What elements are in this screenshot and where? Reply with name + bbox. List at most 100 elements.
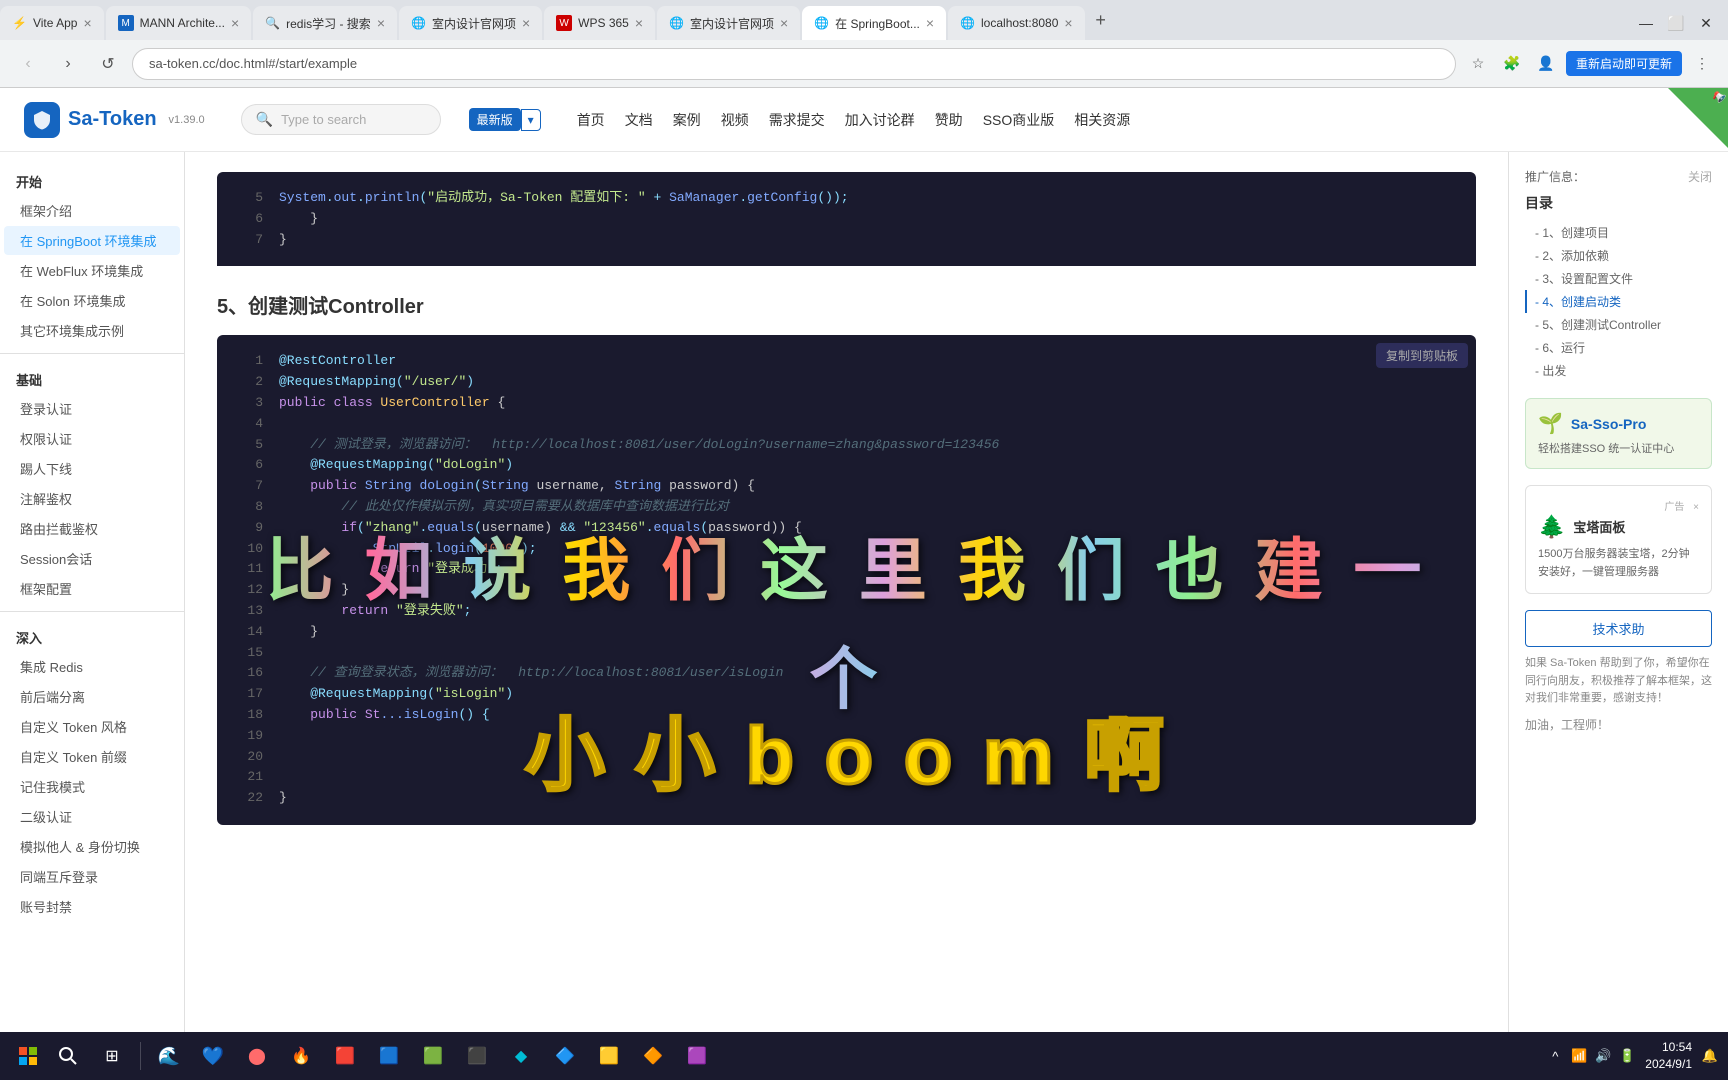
nav-cases[interactable]: 案例 xyxy=(673,110,701,130)
minimize-button[interactable]: — xyxy=(1632,9,1660,37)
taskbar-app3[interactable]: ⬤ xyxy=(237,1036,277,1076)
nav-home[interactable]: 首页 xyxy=(577,110,605,130)
tab-localhost[interactable]: 🌐 localhost:8080 × xyxy=(948,6,1085,40)
promo-close[interactable]: 关闭 xyxy=(1688,168,1712,185)
tab-interior1[interactable]: 🌐 室内设计官网项 × xyxy=(399,6,542,40)
taskbar-app12[interactable]: 🔶 xyxy=(633,1036,673,1076)
restart-button[interactable]: 重新启动即可更新 xyxy=(1566,51,1682,76)
network-icon[interactable]: 📶 xyxy=(1569,1046,1589,1066)
taskbar-search[interactable] xyxy=(48,1036,88,1076)
menu-icon[interactable]: ⋮ xyxy=(1688,50,1716,78)
extensions-icon[interactable]: 🧩 xyxy=(1498,50,1526,78)
taskbar-app8[interactable]: ⬛ xyxy=(457,1036,497,1076)
nav-sponsor[interactable]: 赞助 xyxy=(935,110,963,130)
toc-item-5[interactable]: - 5、创建测试Controller xyxy=(1525,313,1712,336)
nav-video[interactable]: 视频 xyxy=(721,110,749,130)
sidebar-item-remember[interactable]: 记住我模式 xyxy=(4,772,180,801)
nav-feature-request[interactable]: 需求提交 xyxy=(769,110,825,130)
sidebar-item-permission[interactable]: 权限认证 xyxy=(4,424,180,453)
nav-sso[interactable]: SSO商业版 xyxy=(983,110,1055,130)
sidebar-item-solon[interactable]: 在 Solon 环境集成 xyxy=(4,286,180,315)
toc-item-4[interactable]: - 4、创建启动类 xyxy=(1525,290,1712,313)
version-selector[interactable]: 最新版 ▾ xyxy=(469,108,541,131)
taskbar-app7[interactable]: 🟩 xyxy=(413,1036,453,1076)
sidebar-item-other[interactable]: 其它环境集成示例 xyxy=(4,316,180,345)
taskbar-app5[interactable]: 🟥 xyxy=(325,1036,365,1076)
start-button[interactable] xyxy=(8,1036,48,1076)
notification-icon[interactable]: 🔔 xyxy=(1700,1046,1720,1066)
taskbar-vscode[interactable]: 💙 xyxy=(193,1036,233,1076)
tab-close[interactable]: × xyxy=(83,15,91,31)
ad-close-button[interactable]: × xyxy=(1693,502,1699,513)
sidebar-item-springboot[interactable]: 在 SpringBoot 环境集成 xyxy=(4,226,180,255)
search-box[interactable]: 🔍 Type to search xyxy=(241,104,441,135)
taskbar-app13[interactable]: 🟪 xyxy=(677,1036,717,1076)
toc-item-1[interactable]: - 1、创建项目 xyxy=(1525,221,1712,244)
tray-icon-1[interactable]: ^ xyxy=(1545,1046,1565,1066)
copy-button[interactable]: 复制到剪贴板 xyxy=(1376,343,1468,368)
sidebar-item-frontend[interactable]: 前后端分离 xyxy=(4,682,180,711)
sidebar-item-second-auth[interactable]: 二级认证 xyxy=(4,802,180,831)
sidebar-item-route-auth[interactable]: 路由拦截鉴权 xyxy=(4,514,180,543)
toc-item-6[interactable]: - 6、运行 xyxy=(1525,336,1712,359)
sidebar-item-token-prefix[interactable]: 自定义 Token 前缀 xyxy=(4,742,180,771)
taskbar-edge[interactable]: 🌊 xyxy=(149,1036,189,1076)
sidebar-item-session[interactable]: Session会话 xyxy=(4,544,180,573)
tab-close[interactable]: × xyxy=(926,15,934,31)
new-tab-button[interactable]: + xyxy=(1087,6,1115,34)
tab-close[interactable]: × xyxy=(635,15,643,31)
sidebar-item-token-style[interactable]: 自定义 Token 风格 xyxy=(4,712,180,741)
restore-button[interactable]: ⬜ xyxy=(1662,9,1690,37)
tab-interior2[interactable]: 🌐 室内设计官网项 × xyxy=(657,6,800,40)
tab-close[interactable]: × xyxy=(377,15,385,31)
sidebar-item-webflux[interactable]: 在 WebFlux 环境集成 xyxy=(4,256,180,285)
sidebar-item-redis[interactable]: 集成 Redis xyxy=(4,652,180,681)
sso-desc: 轻松搭建SSO 统一认证中心 xyxy=(1538,440,1699,456)
tab-vite[interactable]: ⚡ Vite App × xyxy=(0,6,104,40)
taskbar-app4[interactable]: 🔥 xyxy=(281,1036,321,1076)
taskbar-app11[interactable]: 🟨 xyxy=(589,1036,629,1076)
sidebar-item-intro[interactable]: 框架介绍 xyxy=(4,196,180,225)
tab-close[interactable]: × xyxy=(780,15,788,31)
back-button[interactable]: ‹ xyxy=(12,48,44,80)
toc-item-7[interactable]: - 出发 xyxy=(1525,359,1712,382)
taskbar-app6[interactable]: 🟦 xyxy=(369,1036,409,1076)
taskbar-icons: ⊞ 🌊 💙 ⬤ 🔥 🟥 🟦 🟩 ⬛ ◆ 🔷 🟨 🔶 🟪 xyxy=(48,1036,717,1076)
sidebar-item-ban[interactable]: 账号封禁 xyxy=(4,892,180,921)
taskbar-taskview[interactable]: ⊞ xyxy=(92,1036,132,1076)
tab-wps[interactable]: W WPS 365 × xyxy=(544,6,655,40)
bookmark-icon[interactable]: ☆ xyxy=(1464,50,1492,78)
forward-button[interactable]: › xyxy=(52,48,84,80)
tab-close[interactable]: × xyxy=(231,15,239,31)
tab-mann[interactable]: M MANN Archite... × xyxy=(106,6,252,40)
nav-links: 首页 文档 案例 视频 需求提交 加入讨论群 赞助 SSO商业版 相关资源 xyxy=(577,110,1131,130)
close-button[interactable]: ✕ xyxy=(1692,9,1720,37)
taskbar-app9[interactable]: ◆ xyxy=(501,1036,541,1076)
sidebar-item-mutex[interactable]: 同端互斥登录 xyxy=(4,862,180,891)
toc-item-3[interactable]: - 3、设置配置文件 xyxy=(1525,267,1712,290)
tab-close[interactable]: × xyxy=(522,15,530,31)
refresh-button[interactable]: ↺ xyxy=(92,48,124,80)
nav-discuss[interactable]: 加入讨论群 xyxy=(845,110,915,130)
nav-related[interactable]: 相关资源 xyxy=(1074,110,1130,130)
tab-redis[interactable]: 🔍 redis学习 - 搜索 × xyxy=(253,6,397,40)
volume-icon[interactable]: 🔊 xyxy=(1593,1046,1613,1066)
tab-close[interactable]: × xyxy=(1064,15,1072,31)
nav-docs[interactable]: 文档 xyxy=(625,110,653,130)
battery-icon[interactable]: 🔋 xyxy=(1617,1046,1637,1066)
address-bar: ‹ › ↺ sa-token.cc/doc.html#/start/exampl… xyxy=(0,40,1728,88)
tab-springboot[interactable]: 🌐 在 SpringBoot... × xyxy=(802,6,946,40)
sidebar-item-kick[interactable]: 踢人下线 xyxy=(4,454,180,483)
sidebar-item-impersonate[interactable]: 模拟他人 & 身份切换 xyxy=(4,832,180,861)
toc-item-2[interactable]: - 2、添加依赖 xyxy=(1525,244,1712,267)
sidebar-item-annotation[interactable]: 注解鉴权 xyxy=(4,484,180,513)
sidebar-item-login[interactable]: 登录认证 xyxy=(4,394,180,423)
version-dropdown[interactable]: ▾ xyxy=(521,109,541,131)
tech-help-button[interactable]: 技术求助 xyxy=(1525,610,1712,647)
taskbar-app10[interactable]: 🔷 xyxy=(545,1036,585,1076)
address-input[interactable]: sa-token.cc/doc.html#/start/example xyxy=(132,48,1456,80)
profile-icon[interactable]: 👤 xyxy=(1532,50,1560,78)
clock[interactable]: 10:54 2024/9/1 xyxy=(1645,1039,1692,1073)
sidebar-item-config[interactable]: 框架配置 xyxy=(4,574,180,603)
sso-title[interactable]: Sa-Sso-Pro xyxy=(1571,416,1646,432)
